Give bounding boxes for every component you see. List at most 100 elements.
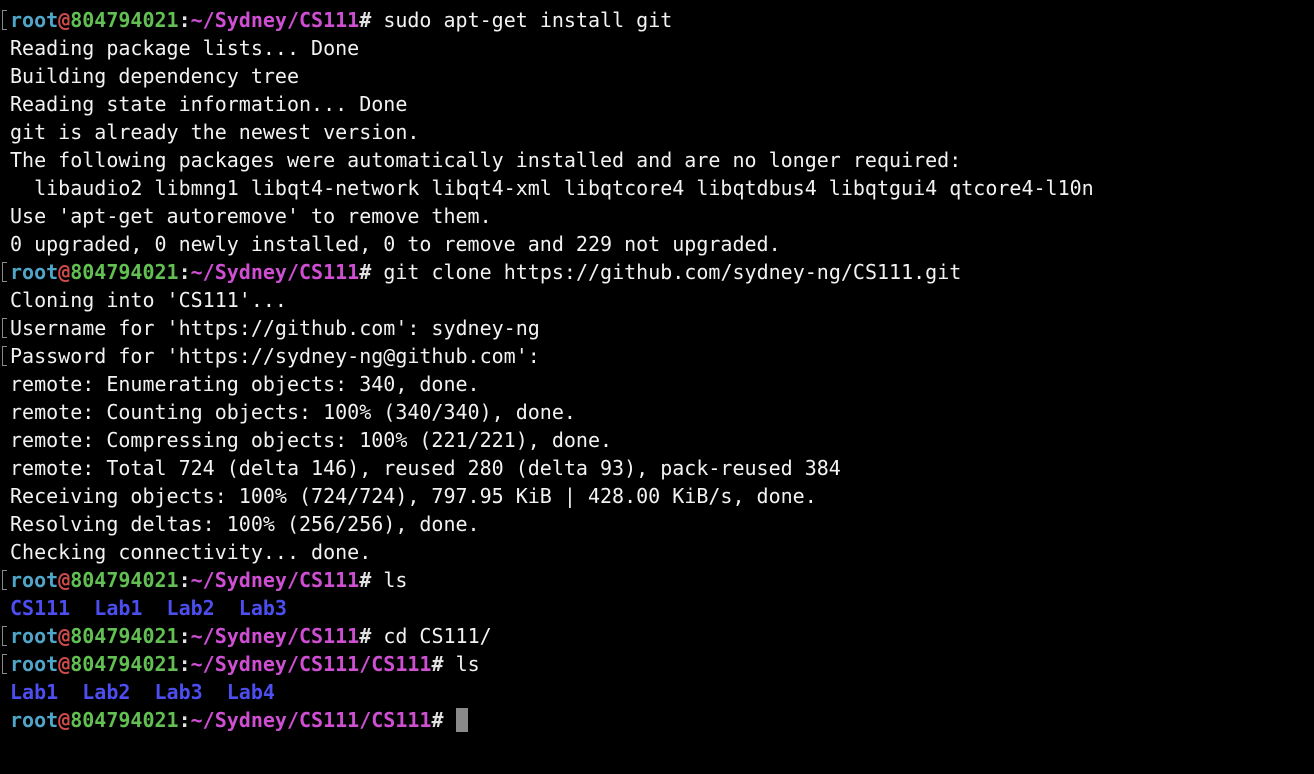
prompt-host: 804794021: [70, 652, 179, 676]
line-mark: [2, 570, 7, 590]
directory-listing-line: Lab1 Lab2 Lab3 Lab4: [0, 678, 1314, 706]
output-text: remote: Counting objects: 100% (340/340)…: [10, 400, 576, 424]
prompt-user: root: [10, 708, 59, 732]
output-line: Reading state information... Done: [0, 90, 1314, 118]
prompt-host: 804794021: [70, 708, 179, 732]
prompt-path: ~/Sydney/CS111: [190, 260, 360, 284]
directory-listing: CS111 Lab1 Lab2 Lab3: [10, 596, 287, 620]
prompt-colon: :: [178, 260, 191, 284]
prompt-at: @: [58, 260, 71, 284]
prompt-user: root: [10, 624, 59, 648]
prompt-path: ~/Sydney/CS111/CS111: [190, 652, 432, 676]
output-text: Cloning into 'CS111'...: [10, 288, 287, 312]
output-text: libaudio2 libmng1 libqt4-network libqt4-…: [10, 176, 1094, 200]
prompt-at: @: [58, 8, 71, 32]
output-text: remote: Total 724 (delta 146), reused 28…: [10, 456, 841, 480]
prompt-at: @: [58, 708, 71, 732]
prompt-line: root@804794021:~/Sydney/CS111# git clone…: [0, 258, 1314, 286]
prompt-at: @: [58, 652, 71, 676]
text-cursor[interactable]: [455, 708, 468, 732]
output-line: remote: Compressing objects: 100% (221/2…: [0, 426, 1314, 454]
prompt-path: ~/Sydney/CS111: [190, 8, 360, 32]
directory-listing: Lab1 Lab2 Lab3 Lab4: [10, 680, 275, 704]
prompt-line: root@804794021:~/Sydney/CS111# cd CS111/: [0, 622, 1314, 650]
line-mark: [2, 262, 7, 282]
output-line: Resolving deltas: 100% (256/256), done.: [0, 510, 1314, 538]
prompt-line: root@804794021:~/Sydney/CS111/CS111# ls: [0, 650, 1314, 678]
output-text: Password for 'https://sydney-ng@github.c…: [10, 344, 540, 368]
prompt-line: root@804794021:~/Sydney/CS111# ls: [0, 566, 1314, 594]
prompt-host: 804794021: [70, 260, 179, 284]
line-mark: [2, 318, 7, 338]
output-text: remote: Compressing objects: 100% (221/2…: [10, 428, 613, 452]
prompt-hash: #: [431, 708, 444, 732]
output-text: Reading package lists... Done: [10, 36, 360, 60]
command-text: cd CS111/: [383, 624, 492, 648]
line-mark: [2, 346, 7, 366]
prompt-host: 804794021: [70, 568, 179, 592]
prompt-user: root: [10, 260, 59, 284]
prompt-colon: :: [178, 8, 191, 32]
output-line: libaudio2 libmng1 libqt4-network libqt4-…: [0, 174, 1314, 202]
prompt-hash: #: [359, 260, 372, 284]
output-line: remote: Enumerating objects: 340, done.: [0, 370, 1314, 398]
output-text: Use 'apt-get autoremove' to remove them.: [10, 204, 492, 228]
output-text: Username for 'https://github.com': sydne…: [10, 316, 540, 340]
output-text: remote: Enumerating objects: 340, done.: [10, 372, 480, 396]
prompt-colon: :: [178, 652, 191, 676]
output-text: git is already the newest version.: [10, 120, 420, 144]
terminal-window[interactable]: root@804794021:~/Sydney/CS111# sudo apt-…: [0, 6, 1314, 774]
prompt-hash: #: [359, 8, 372, 32]
output-line: remote: Counting objects: 100% (340/340)…: [0, 398, 1314, 426]
output-line: Checking connectivity... done.: [0, 538, 1314, 566]
command-text: ls: [383, 568, 408, 592]
output-line: 0 upgraded, 0 newly installed, 0 to remo…: [0, 230, 1314, 258]
prompt-path: ~/Sydney/CS111/CS111: [190, 708, 432, 732]
output-text: Reading state information... Done: [10, 92, 408, 116]
prompt-line: root@804794021:~/Sydney/CS111# sudo apt-…: [0, 6, 1314, 34]
output-text: Resolving deltas: 100% (256/256), done.: [10, 512, 480, 536]
output-text: Receiving objects: 100% (724/724), 797.9…: [10, 484, 817, 508]
prompt-path: ~/Sydney/CS111: [190, 568, 360, 592]
output-line: Use 'apt-get autoremove' to remove them.: [0, 202, 1314, 230]
output-line: remote: Total 724 (delta 146), reused 28…: [0, 454, 1314, 482]
prompt-hash: #: [359, 624, 372, 648]
output-line: Receiving objects: 100% (724/724), 797.9…: [0, 482, 1314, 510]
command-text: sudo apt-get install git: [383, 8, 673, 32]
prompt-colon: :: [178, 708, 191, 732]
output-line: The following packages were automaticall…: [0, 146, 1314, 174]
output-text: Building dependency tree: [10, 64, 299, 88]
prompt-host: 804794021: [70, 624, 179, 648]
command-text: git clone https://github.com/sydney-ng/C…: [383, 260, 962, 284]
prompt-host: 804794021: [70, 8, 179, 32]
output-text: The following packages were automaticall…: [10, 148, 962, 172]
output-text: 0 upgraded, 0 newly installed, 0 to remo…: [10, 232, 781, 256]
output-line: Password for 'https://sydney-ng@github.c…: [0, 342, 1314, 370]
prompt-path: ~/Sydney/CS111: [190, 624, 360, 648]
prompt-colon: :: [178, 568, 191, 592]
line-mark: [2, 626, 7, 646]
prompt-hash: #: [431, 652, 444, 676]
line-mark: [2, 10, 7, 30]
output-line: git is already the newest version.: [0, 118, 1314, 146]
prompt-user: root: [10, 568, 59, 592]
line-mark: [2, 654, 7, 674]
directory-listing-line: CS111 Lab1 Lab2 Lab3: [0, 594, 1314, 622]
output-line: Username for 'https://github.com': sydne…: [0, 314, 1314, 342]
output-line: Cloning into 'CS111'...: [0, 286, 1314, 314]
output-line: Building dependency tree: [0, 62, 1314, 90]
command-text: ls: [455, 652, 480, 676]
prompt-at: @: [58, 624, 71, 648]
output-line: Reading package lists... Done: [0, 34, 1314, 62]
prompt-user: root: [10, 652, 59, 676]
output-text: Checking connectivity... done.: [10, 540, 372, 564]
prompt-colon: :: [178, 624, 191, 648]
prompt-hash: #: [359, 568, 372, 592]
prompt-at: @: [58, 568, 71, 592]
